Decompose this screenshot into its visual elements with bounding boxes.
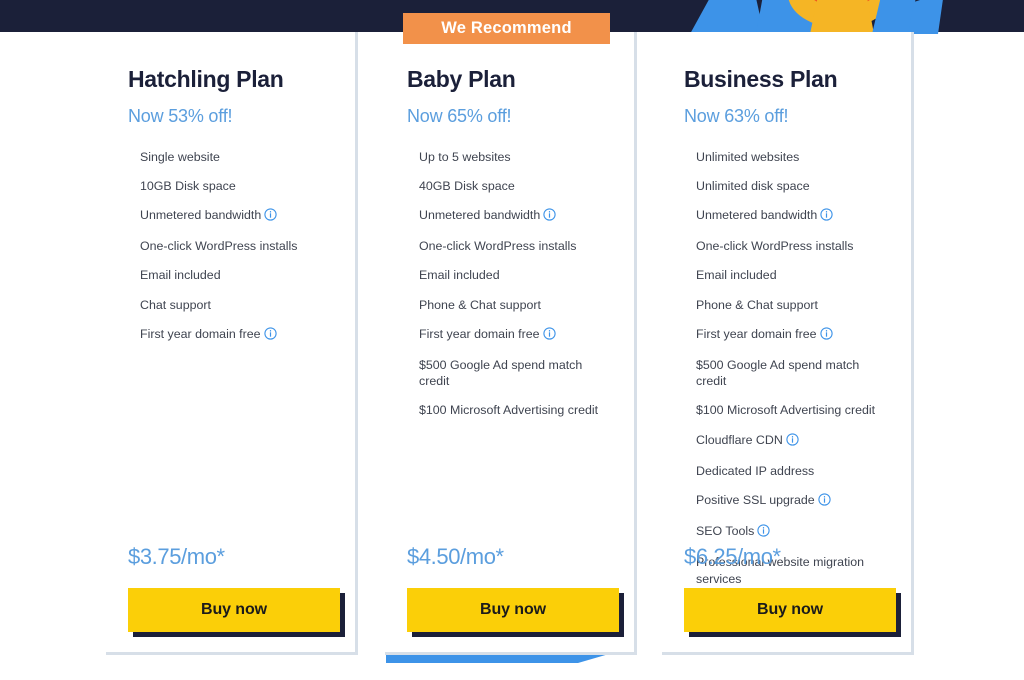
feature-label: 10GB Disk space: [140, 179, 236, 194]
feature-label: Chat support: [140, 297, 211, 312]
feature-label: 40GB Disk space: [419, 179, 515, 194]
feature-label: One-click WordPress installs: [140, 239, 298, 254]
feature-item: Single website: [140, 149, 333, 166]
feature-item: One-click WordPress installs: [419, 238, 612, 255]
plan-discount: Now 65% off!: [407, 106, 512, 126]
feature-item: Email included: [696, 267, 889, 284]
plan-price: $6.25/mo*: [684, 544, 781, 569]
info-icon[interactable]: [757, 524, 770, 542]
info-icon[interactable]: [818, 493, 831, 511]
buy-now-wrapper: Buy now: [407, 588, 624, 637]
feature-item: Phone & Chat support: [696, 297, 889, 314]
feature-label: First year domain free: [696, 326, 817, 341]
feature-item: Unlimited disk space: [696, 178, 889, 195]
feature-list: Single website 10GB Disk space Unmetered b…: [128, 149, 333, 344]
feature-item: 40GB Disk space: [419, 178, 612, 195]
feature-label: Unmetered bandwidth: [140, 208, 262, 223]
plan-card-baby[interactable]: Baby Plan Now 65% off! Up to 5 websites 4…: [385, 32, 637, 655]
feature-item: 10GB Disk space: [140, 178, 333, 195]
feature-item: $500 Google Ad spend match credit: [419, 357, 612, 390]
info-icon[interactable]: [820, 208, 833, 226]
plan-discount: Now 63% off!: [684, 106, 789, 126]
feature-item: $500 Google Ad spend match credit: [696, 357, 889, 390]
plan-discount: Now 53% off!: [128, 106, 233, 126]
feature-label: $100 Microsoft Advertising credit: [696, 403, 876, 418]
buy-now-wrapper: Buy now: [684, 588, 901, 637]
feature-label: Phone & Chat support: [419, 297, 541, 312]
feature-item: One-click WordPress installs: [696, 238, 889, 255]
feature-label: $100 Microsoft Advertising credit: [419, 403, 599, 418]
plan-title: Business Plan: [684, 66, 838, 92]
feature-item: Chat support: [140, 297, 333, 314]
buy-now-button[interactable]: Buy now: [684, 588, 896, 632]
plan-price: $4.50/mo*: [407, 544, 504, 569]
feature-item: Dedicated IP address: [696, 463, 889, 480]
feature-label: Dedicated IP address: [696, 463, 815, 478]
feature-label: Unlimited websites: [696, 150, 800, 164]
feature-label: First year domain free: [140, 326, 261, 341]
feature-label: $500 Google Ad spend match credit: [696, 357, 860, 389]
feature-item: Email included: [419, 267, 612, 284]
feature-item: Unmetered bandwidth: [140, 207, 333, 226]
buy-now-button[interactable]: Buy now: [128, 588, 340, 632]
feature-label: Unmetered bandwidth: [696, 208, 818, 223]
info-icon[interactable]: [264, 208, 277, 226]
feature-item: SEO Tools: [696, 523, 889, 542]
feature-item: Positive SSL upgrade: [696, 492, 889, 511]
feature-item: Cloudflare CDN: [696, 432, 889, 451]
feature-item: Phone & Chat support: [419, 297, 612, 314]
feature-label: Cloudflare CDN: [696, 432, 783, 447]
plan-card-business[interactable]: Business Plan Now 63% off! Unlimited web…: [662, 32, 914, 655]
feature-label: $500 Google Ad spend match credit: [419, 357, 583, 389]
plan-price: $3.75/mo*: [128, 544, 225, 569]
feature-item: First year domain free: [419, 326, 612, 345]
feature-label: SEO Tools: [696, 523, 755, 538]
feature-item: First year domain free: [696, 326, 889, 345]
plan-card-hatchling[interactable]: Hatchling Plan Now 53% off! Single websi…: [106, 32, 358, 655]
info-icon[interactable]: [542, 327, 556, 345]
recommend-badge: We Recommend: [403, 13, 610, 44]
feature-label: One-click WordPress installs: [696, 239, 854, 254]
feature-label: Email included: [419, 268, 500, 283]
info-icon[interactable]: [786, 432, 799, 451]
buy-now-wrapper: Buy now: [128, 588, 345, 637]
feature-list: Up to 5 websites 40GB Disk space Unmetered…: [407, 149, 612, 419]
feature-label: Email included: [140, 268, 221, 283]
feature-label: Up to 5 websites: [419, 150, 511, 164]
feature-item: Unlimited websites: [696, 149, 889, 166]
feature-item: $100 Microsoft Advertising credit: [696, 402, 889, 419]
info-icon[interactable]: [819, 327, 833, 345]
feature-label: Positive SSL upgrade: [696, 492, 815, 507]
info-icon[interactable]: [263, 327, 277, 345]
feature-item: Unmetered bandwidth: [419, 207, 612, 226]
feature-list: Unlimited websites Unlimited disk space Un…: [684, 149, 889, 587]
feature-label: One-click WordPress installs: [419, 239, 577, 254]
feature-label: First year domain free: [419, 326, 540, 341]
feature-label: Email included: [696, 268, 777, 283]
feature-label: Single website: [140, 150, 220, 164]
plan-title: Hatchling Plan: [128, 66, 284, 92]
feature-item: One-click WordPress installs: [140, 238, 333, 255]
feature-label: Unmetered bandwidth: [419, 208, 541, 223]
feature-item: $100 Microsoft Advertising credit: [419, 402, 612, 419]
buy-now-button[interactable]: Buy now: [407, 588, 619, 632]
info-icon[interactable]: [543, 208, 556, 226]
feature-item: First year domain free: [140, 326, 333, 345]
feature-item: Up to 5 websites: [419, 149, 612, 166]
feature-item: Email included: [140, 267, 333, 284]
feature-label: Phone & Chat support: [696, 297, 818, 312]
feature-item: Unmetered bandwidth: [696, 207, 889, 226]
pricing-grid: Hatchling Plan Now 53% off! Single websi…: [0, 0, 1024, 680]
feature-label: Unlimited disk space: [696, 179, 810, 194]
plan-title: Baby Plan: [407, 66, 516, 92]
